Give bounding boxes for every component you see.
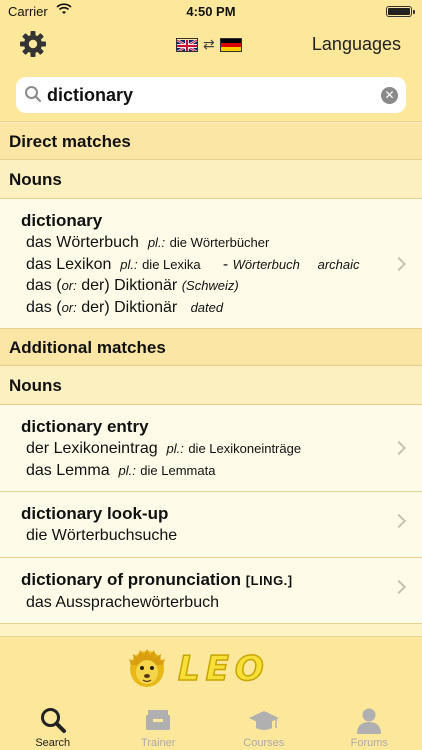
subsection-header-nouns: Nouns: [0, 366, 422, 405]
translation-line: der Lexikoneintrag pl.: die Lexikoneintr…: [26, 440, 302, 457]
section-header-additional-matches: Additional matches: [0, 329, 422, 366]
search-field[interactable]: ✕: [16, 77, 406, 113]
swap-arrows-icon: ⇄: [203, 36, 215, 52]
search-bar: ✕: [0, 72, 422, 122]
result-entry-dictionary-entry[interactable]: dictionary entry der Lexikoneintrag pl.:…: [0, 405, 422, 492]
de-flag-icon: [219, 37, 242, 52]
tab-label: Courses: [243, 737, 285, 749]
tab-label: Forums: [350, 737, 388, 749]
tab-forums[interactable]: Forums: [317, 700, 422, 750]
tab-courses[interactable]: Courses: [211, 700, 317, 750]
search-icon: [39, 706, 67, 739]
section-header-direct-matches: Direct matches: [0, 123, 422, 160]
chevron-right-icon: [391, 440, 407, 456]
graduation-cap-icon: [248, 706, 280, 739]
entry-headword: dictionary entry: [21, 417, 149, 436]
chevron-right-icon: [391, 513, 407, 529]
chevron-right-icon: [391, 256, 407, 272]
clock: 4:50 PM: [186, 4, 236, 19]
entry-headword: dictionary: [21, 211, 103, 230]
tab-trainer[interactable]: Trainer: [106, 700, 212, 750]
uk-flag-icon: [176, 37, 198, 52]
tab-label: Trainer: [141, 737, 176, 749]
translation-line: das Aussprachewörterbuch: [26, 593, 219, 611]
languages-button[interactable]: Languages: [312, 34, 401, 55]
translation-line: die Wörterbuchsuche: [26, 527, 178, 544]
navigation-bar: ⇄ Languages: [0, 22, 422, 72]
result-entry-dictionary[interactable]: dictionary das Wörterbuch pl.: die Wörte…: [0, 199, 422, 329]
clear-icon[interactable]: ✕: [381, 87, 398, 104]
logo-area: LEO: [0, 636, 422, 700]
leo-lion-logo-icon: [128, 647, 166, 694]
leo-wordmark: LEO: [177, 648, 270, 690]
subsection-header-nouns: Nouns: [0, 160, 422, 199]
card-box-icon: [144, 706, 172, 739]
translation-line: das Lexikon pl.: die Lexika - Wörterbuch…: [26, 255, 360, 273]
status-bar: Carrier 4:50 PM: [0, 0, 422, 22]
search-input[interactable]: [47, 83, 377, 107]
translation-line: das Wörterbuch pl.: die Wörterbücher: [26, 234, 270, 251]
result-entry-dictionary-of-pronunciation[interactable]: dictionary of pronunciation [LING.] das …: [0, 557, 422, 624]
person-icon: [355, 706, 383, 739]
results-list[interactable]: Direct matches Nouns dictionary das Wört…: [0, 123, 422, 636]
subject-tag: [LING.]: [245, 572, 293, 588]
entry-headword: dictionary of pronunciation [LING.]: [21, 569, 293, 589]
result-entry-dictionary-look-up[interactable]: dictionary look-up die Wörterbuchsuche: [0, 492, 422, 558]
language-pair[interactable]: ⇄: [176, 36, 242, 53]
entry-headword: dictionary look-up: [21, 504, 169, 523]
translation-line: das Lemma pl.: die Lemmata: [26, 461, 216, 479]
chevron-right-icon: [391, 579, 407, 594]
battery-icon: [386, 6, 415, 17]
tab-search[interactable]: Search: [0, 700, 106, 750]
tab-bar: Search Trainer Courses Forums: [0, 700, 422, 750]
translation-line: das (or: der) Diktionär (Schweiz): [26, 277, 239, 294]
translation-line: das (or: der) Diktionär dated: [26, 298, 224, 316]
gear-icon[interactable]: [18, 29, 48, 59]
tab-label: Search: [35, 737, 71, 749]
search-icon: [24, 85, 42, 108]
